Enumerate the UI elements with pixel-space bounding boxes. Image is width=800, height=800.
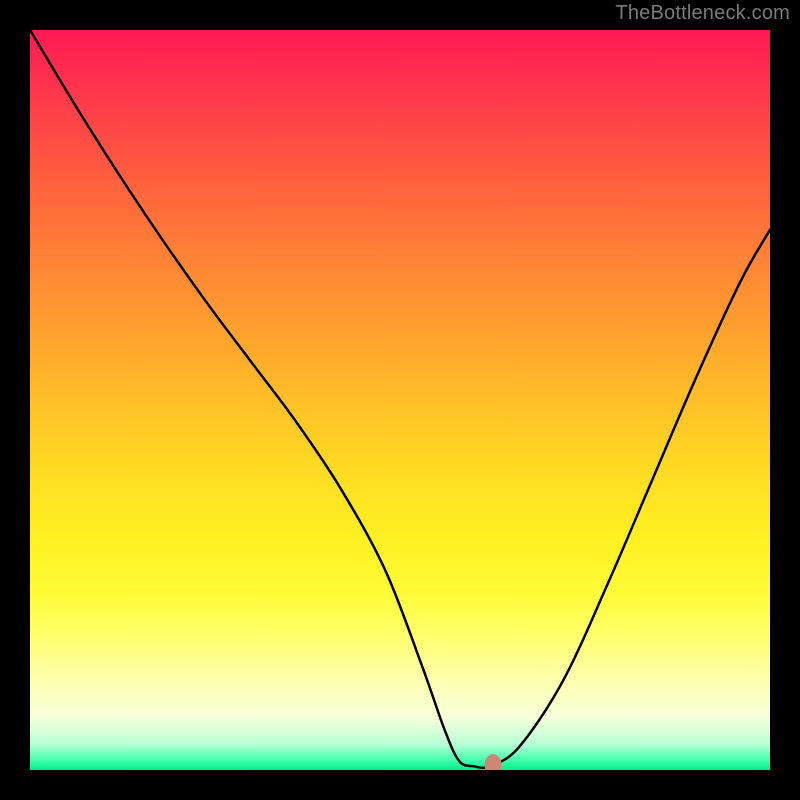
watermark-text: TheBottleneck.com bbox=[615, 2, 790, 25]
bottleneck-curve bbox=[30, 30, 770, 770]
optimal-point-marker bbox=[484, 754, 501, 770]
chart-frame: TheBottleneck.com bbox=[0, 0, 800, 800]
plot-area bbox=[30, 30, 770, 770]
